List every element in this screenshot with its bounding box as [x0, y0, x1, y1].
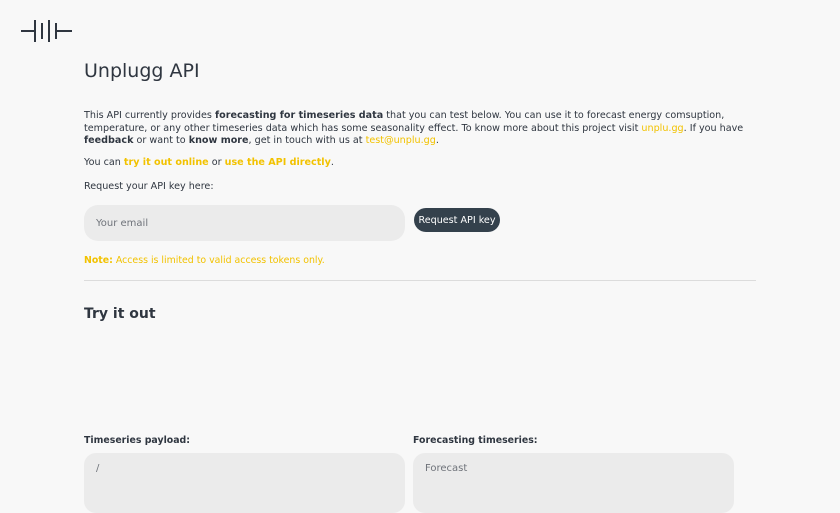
payload-textarea[interactable] [84, 453, 405, 513]
forecast-label: Forecasting timeseries: [413, 435, 538, 446]
forecast-textarea[interactable] [413, 453, 734, 513]
intro-text: or want to [133, 135, 189, 146]
usage-text: . [330, 157, 334, 168]
contact-email-link[interactable]: test@unplu.gg [366, 135, 436, 146]
section-divider [84, 280, 756, 281]
access-note: Note: Access is limited to valid access … [84, 255, 325, 266]
intro-bold-know-more: know more [188, 135, 249, 146]
intro-text: . If you have [683, 122, 744, 134]
intro-bold-feedback: feedback [84, 135, 134, 146]
usage-text: You can [84, 157, 124, 168]
note-text: Access is limited to valid access tokens… [112, 255, 325, 266]
intro-text: This API currently provides [84, 110, 215, 121]
try-it-heading: Try it out [84, 306, 156, 322]
intro-text: , get in touch with us at [248, 135, 366, 146]
site-link[interactable]: unplu.gg [641, 123, 683, 134]
intro-paragraph: This API currently provides forecasting … [84, 110, 756, 148]
usage-text: or [208, 157, 225, 168]
page-title: Unplugg API [84, 60, 200, 82]
request-api-key-button[interactable]: Request API key [414, 208, 500, 232]
use-api-link[interactable]: use the API directly [225, 157, 331, 168]
intro-text: . [435, 135, 439, 146]
request-label: Request your API key here: [84, 181, 214, 192]
note-prefix: Note: [84, 255, 113, 266]
email-input[interactable] [84, 205, 405, 241]
payload-label: Timeseries payload: [84, 435, 191, 446]
try-online-link[interactable]: try it out online [124, 157, 209, 168]
usage-paragraph: You can try it out online or use the API… [84, 157, 756, 170]
intro-bold-forecasting: forecasting for timeseries data [214, 110, 384, 121]
unplugg-logo-icon[interactable] [21, 19, 73, 43]
